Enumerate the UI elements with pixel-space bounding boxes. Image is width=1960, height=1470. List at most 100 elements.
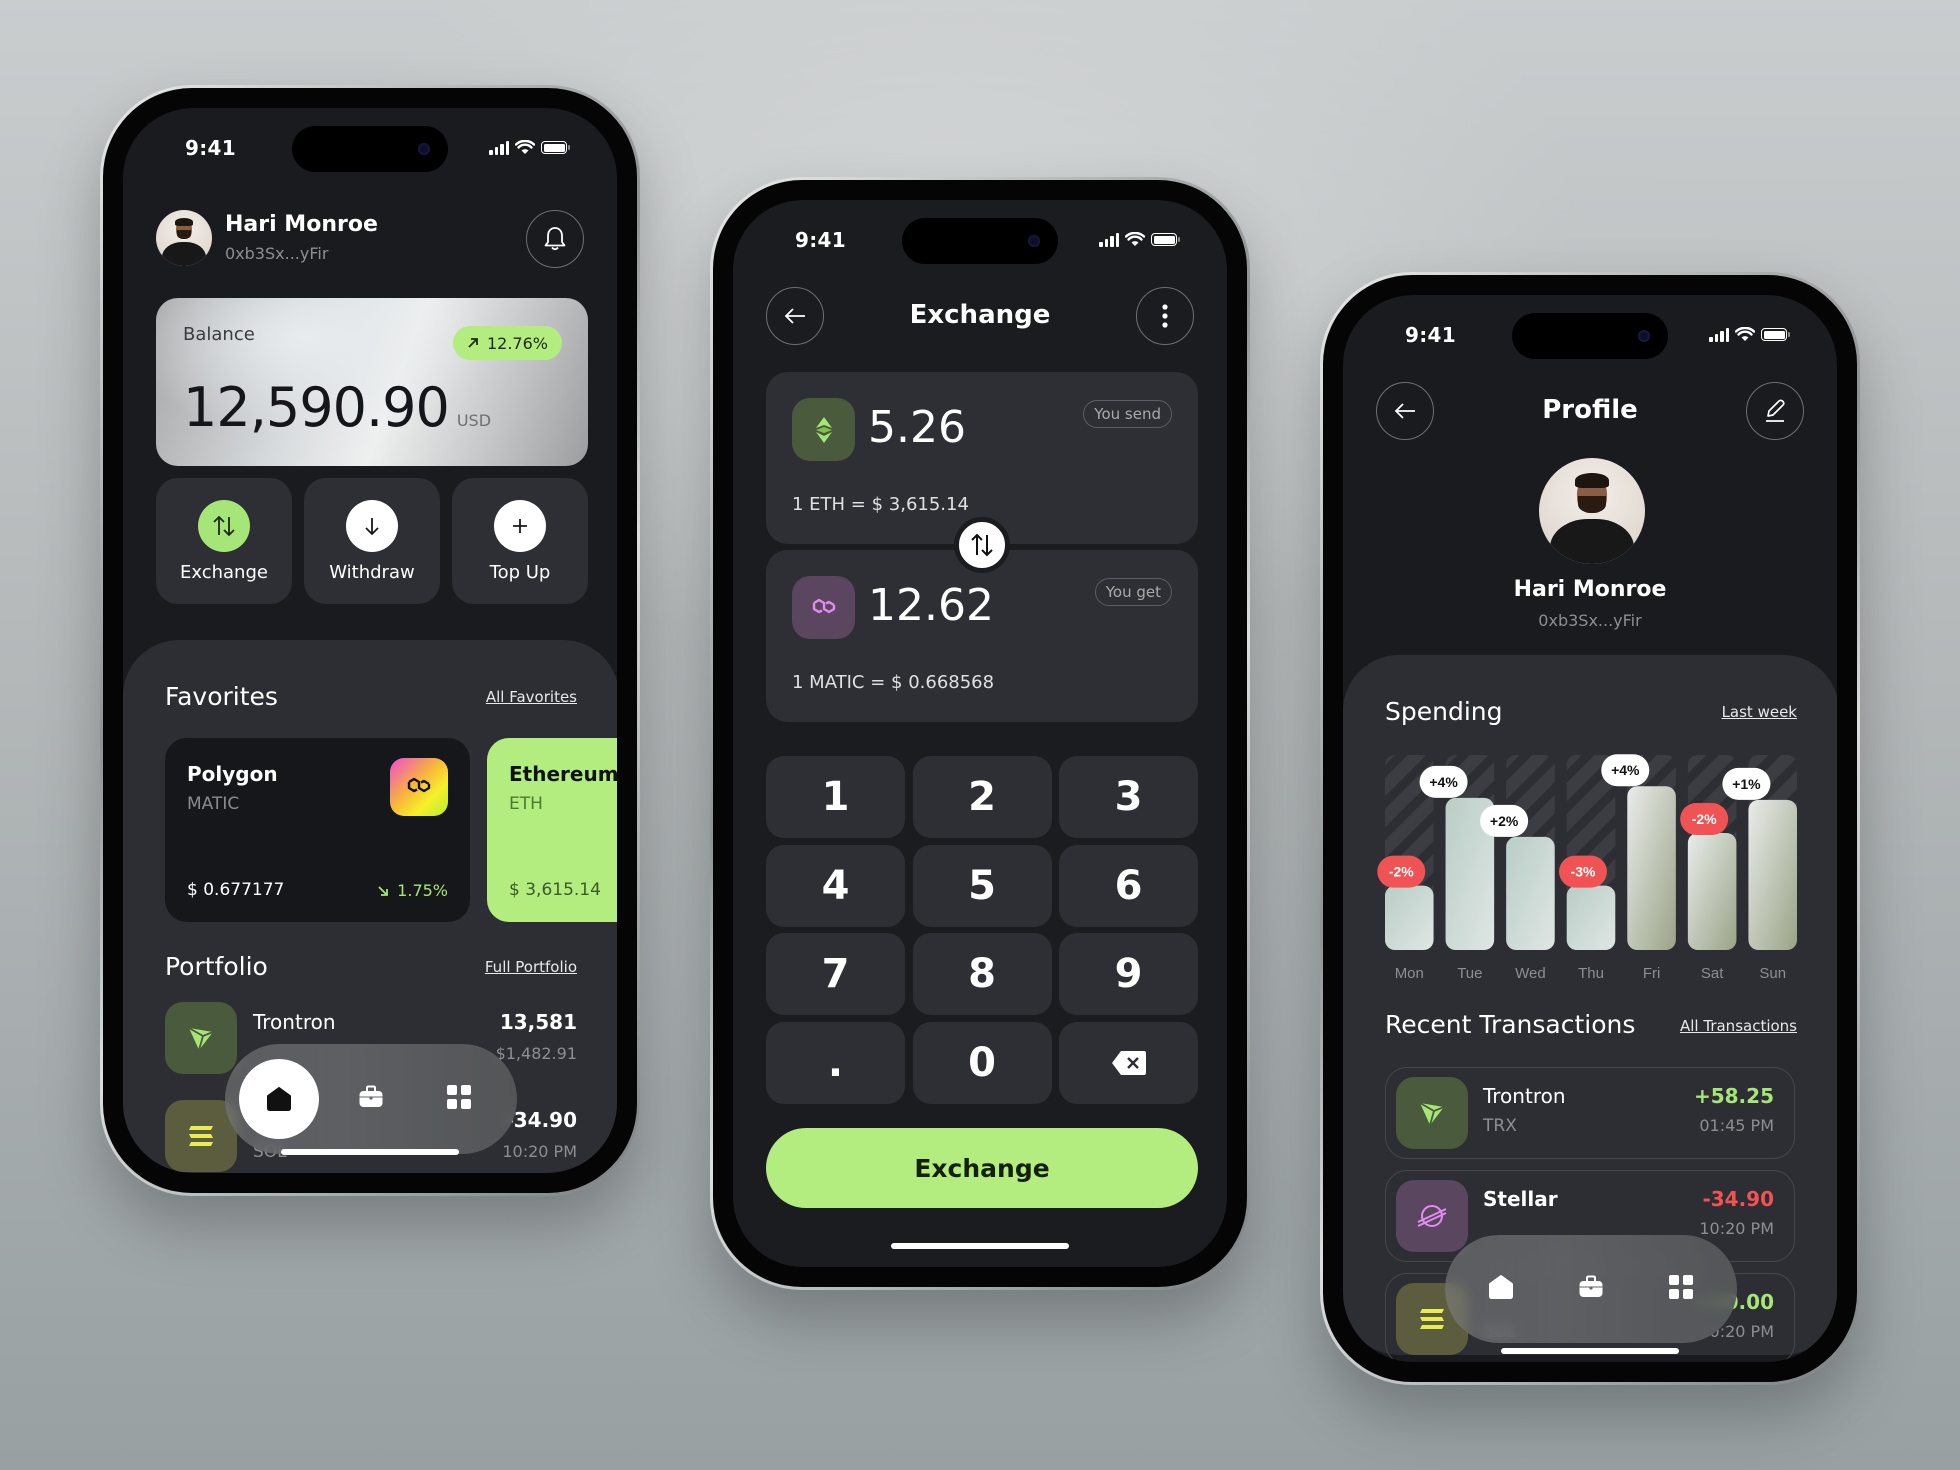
key-8[interactable]: 8 (912, 933, 1052, 1015)
briefcase-icon (1579, 1275, 1603, 1297)
x-tick-label: Tue (1457, 965, 1482, 982)
nav-home-button[interactable] (1488, 1274, 1514, 1304)
backspace-icon (1111, 1050, 1146, 1075)
bottom-nav (225, 1044, 517, 1154)
all-favorites-link[interactable]: All Favorites (486, 688, 577, 706)
x-tick-label: Sat (1701, 965, 1724, 982)
favorite-card-ethereum[interactable]: Ethereum ETH $ 3,615.14 (487, 738, 617, 922)
more-options-button[interactable] (1136, 287, 1194, 345)
signal-icon (1099, 232, 1119, 247)
get-card[interactable]: 12.62 You get 1 MATIC = $ 0.668568 (766, 550, 1198, 722)
key-9[interactable]: 9 (1059, 933, 1198, 1015)
key-7[interactable]: 7 (766, 933, 905, 1015)
home-icon (267, 1087, 291, 1111)
bell-icon (544, 227, 566, 251)
tron-coin-icon (165, 1002, 237, 1074)
portfolio-amount: -34.90 (505, 1108, 577, 1132)
send-amount[interactable]: 5.26 (868, 402, 966, 453)
spending-title: Spending (1385, 697, 1503, 726)
action-exchange-button[interactable]: Exchange (156, 478, 292, 604)
status-time: 9:41 (1405, 323, 1456, 347)
balance-change-value: 12.76% (486, 333, 548, 353)
all-transactions-link[interactable]: All Transactions (1680, 1017, 1797, 1035)
you-get-label: You get (1094, 578, 1172, 606)
favorite-change: 1.75% (397, 881, 448, 900)
balance-amount: 12,590.90 (183, 376, 450, 439)
bar-mon[interactable] (1385, 885, 1434, 950)
data-label: -2% (1389, 864, 1414, 880)
wifi-icon (515, 140, 535, 154)
data-label: -2% (1692, 811, 1717, 827)
phone-bezel: 9:41 Profile Hari Monroe 0xb3Sx...yFir S… (1323, 275, 1857, 1382)
bar-sun[interactable] (1748, 799, 1797, 950)
key-decimal[interactable]: . (766, 1021, 905, 1104)
profile-name: Hari Monroe (1513, 577, 1667, 602)
user-name: Hari Monroe (225, 212, 378, 237)
favorite-price: $ 3,615.14 (509, 880, 601, 900)
key-backspace[interactable] (1059, 1021, 1198, 1104)
swap-button[interactable] (954, 517, 1010, 573)
x-tick-label: Mon (1395, 965, 1424, 982)
key-6[interactable]: 6 (1059, 844, 1198, 927)
arrow-down-right-icon (378, 885, 389, 896)
portfolio-amount: 13,581 (499, 1010, 577, 1034)
nav-portfolio-button[interactable] (1578, 1275, 1604, 1303)
wifi-icon (1125, 232, 1145, 246)
profile-avatar[interactable] (1539, 458, 1645, 564)
notifications-button[interactable] (526, 210, 584, 268)
bar-fri[interactable] (1627, 786, 1676, 950)
balance-card[interactable]: Balance 12.76% 12,590.90 USD (156, 298, 588, 466)
data-label: +4% (1429, 774, 1458, 790)
phone-bezel: 9:41 Exchange 5.26 You send 1 ETH = $ 3,… (713, 180, 1247, 1287)
full-portfolio-link[interactable]: Full Portfolio (485, 958, 577, 976)
tron-coin-icon (1396, 1077, 1468, 1149)
favorite-card-polygon[interactable]: Polygon MATIC $ 0.677177 1.75% (165, 738, 470, 922)
phone-home: 9:41 Hari Monroe 0xb3Sx...yFir Balance 1… (100, 85, 640, 1196)
profile-screen: 9:41 Profile Hari Monroe 0xb3Sx...yFir S… (1343, 295, 1837, 1362)
recent-transactions-title: Recent Transactions (1385, 1010, 1636, 1039)
last-week-link[interactable]: Last week (1722, 703, 1797, 721)
you-send-label: You send (1083, 400, 1172, 428)
phone-bezel: 9:41 Hari Monroe 0xb3Sx...yFir Balance 1… (103, 88, 637, 1193)
transaction-name: Trontron (1483, 1084, 1566, 1108)
avatar[interactable] (156, 210, 212, 266)
favorite-symbol: MATIC (187, 794, 240, 814)
nav-apps-button[interactable] (1668, 1274, 1694, 1304)
bar-wed[interactable] (1506, 836, 1555, 950)
status-time: 9:41 (795, 228, 846, 252)
transaction-row[interactable]: Trontron TRX +58.25 01:45 PM (1385, 1067, 1795, 1159)
portfolio-title: Portfolio (165, 952, 268, 981)
bar-thu[interactable] (1566, 885, 1616, 950)
bar-annotation: +2% (1480, 804, 1529, 837)
nav-apps-button[interactable] (446, 1084, 472, 1114)
nav-home-button[interactable] (239, 1059, 319, 1139)
action-label: Withdraw (329, 562, 415, 583)
swap-arrows-icon (971, 533, 993, 557)
key-1[interactable]: 1 (766, 756, 905, 838)
portfolio-name: Trontron (253, 1010, 336, 1034)
status-bar: 9:41 (733, 228, 1227, 256)
exchange-submit-button[interactable]: Exchange (766, 1128, 1198, 1208)
x-tick-label: Sun (1759, 965, 1786, 982)
transaction-time: 10:20 PM (1699, 1219, 1774, 1238)
key-2[interactable]: 2 (912, 756, 1052, 838)
edit-profile-button[interactable] (1746, 382, 1804, 440)
x-tick-label: Wed (1515, 965, 1546, 982)
action-topup-button[interactable]: Top Up (452, 478, 588, 604)
transaction-time: 01:45 PM (1699, 1116, 1774, 1135)
nav-portfolio-button[interactable] (358, 1085, 384, 1113)
get-rate: 1 MATIC = $ 0.668568 (792, 672, 995, 693)
key-4[interactable]: 4 (766, 844, 905, 927)
key-0[interactable]: 0 (912, 1021, 1052, 1104)
bar-annotation: +4% (1419, 765, 1468, 798)
swap-arrows-icon (213, 515, 235, 537)
key-3[interactable]: 3 (1059, 756, 1198, 838)
bar-annotation: +1% (1722, 767, 1771, 800)
favorite-symbol: ETH (509, 794, 543, 814)
key-5[interactable]: 5 (912, 844, 1052, 927)
balance-label: Balance (183, 324, 255, 345)
portfolio-time: 10:20 PM (502, 1142, 577, 1161)
exchange-screen: 9:41 Exchange 5.26 You send 1 ETH = $ 3,… (733, 200, 1227, 1267)
action-withdraw-button[interactable]: Withdraw (304, 478, 440, 604)
bar-sat[interactable] (1687, 833, 1737, 950)
